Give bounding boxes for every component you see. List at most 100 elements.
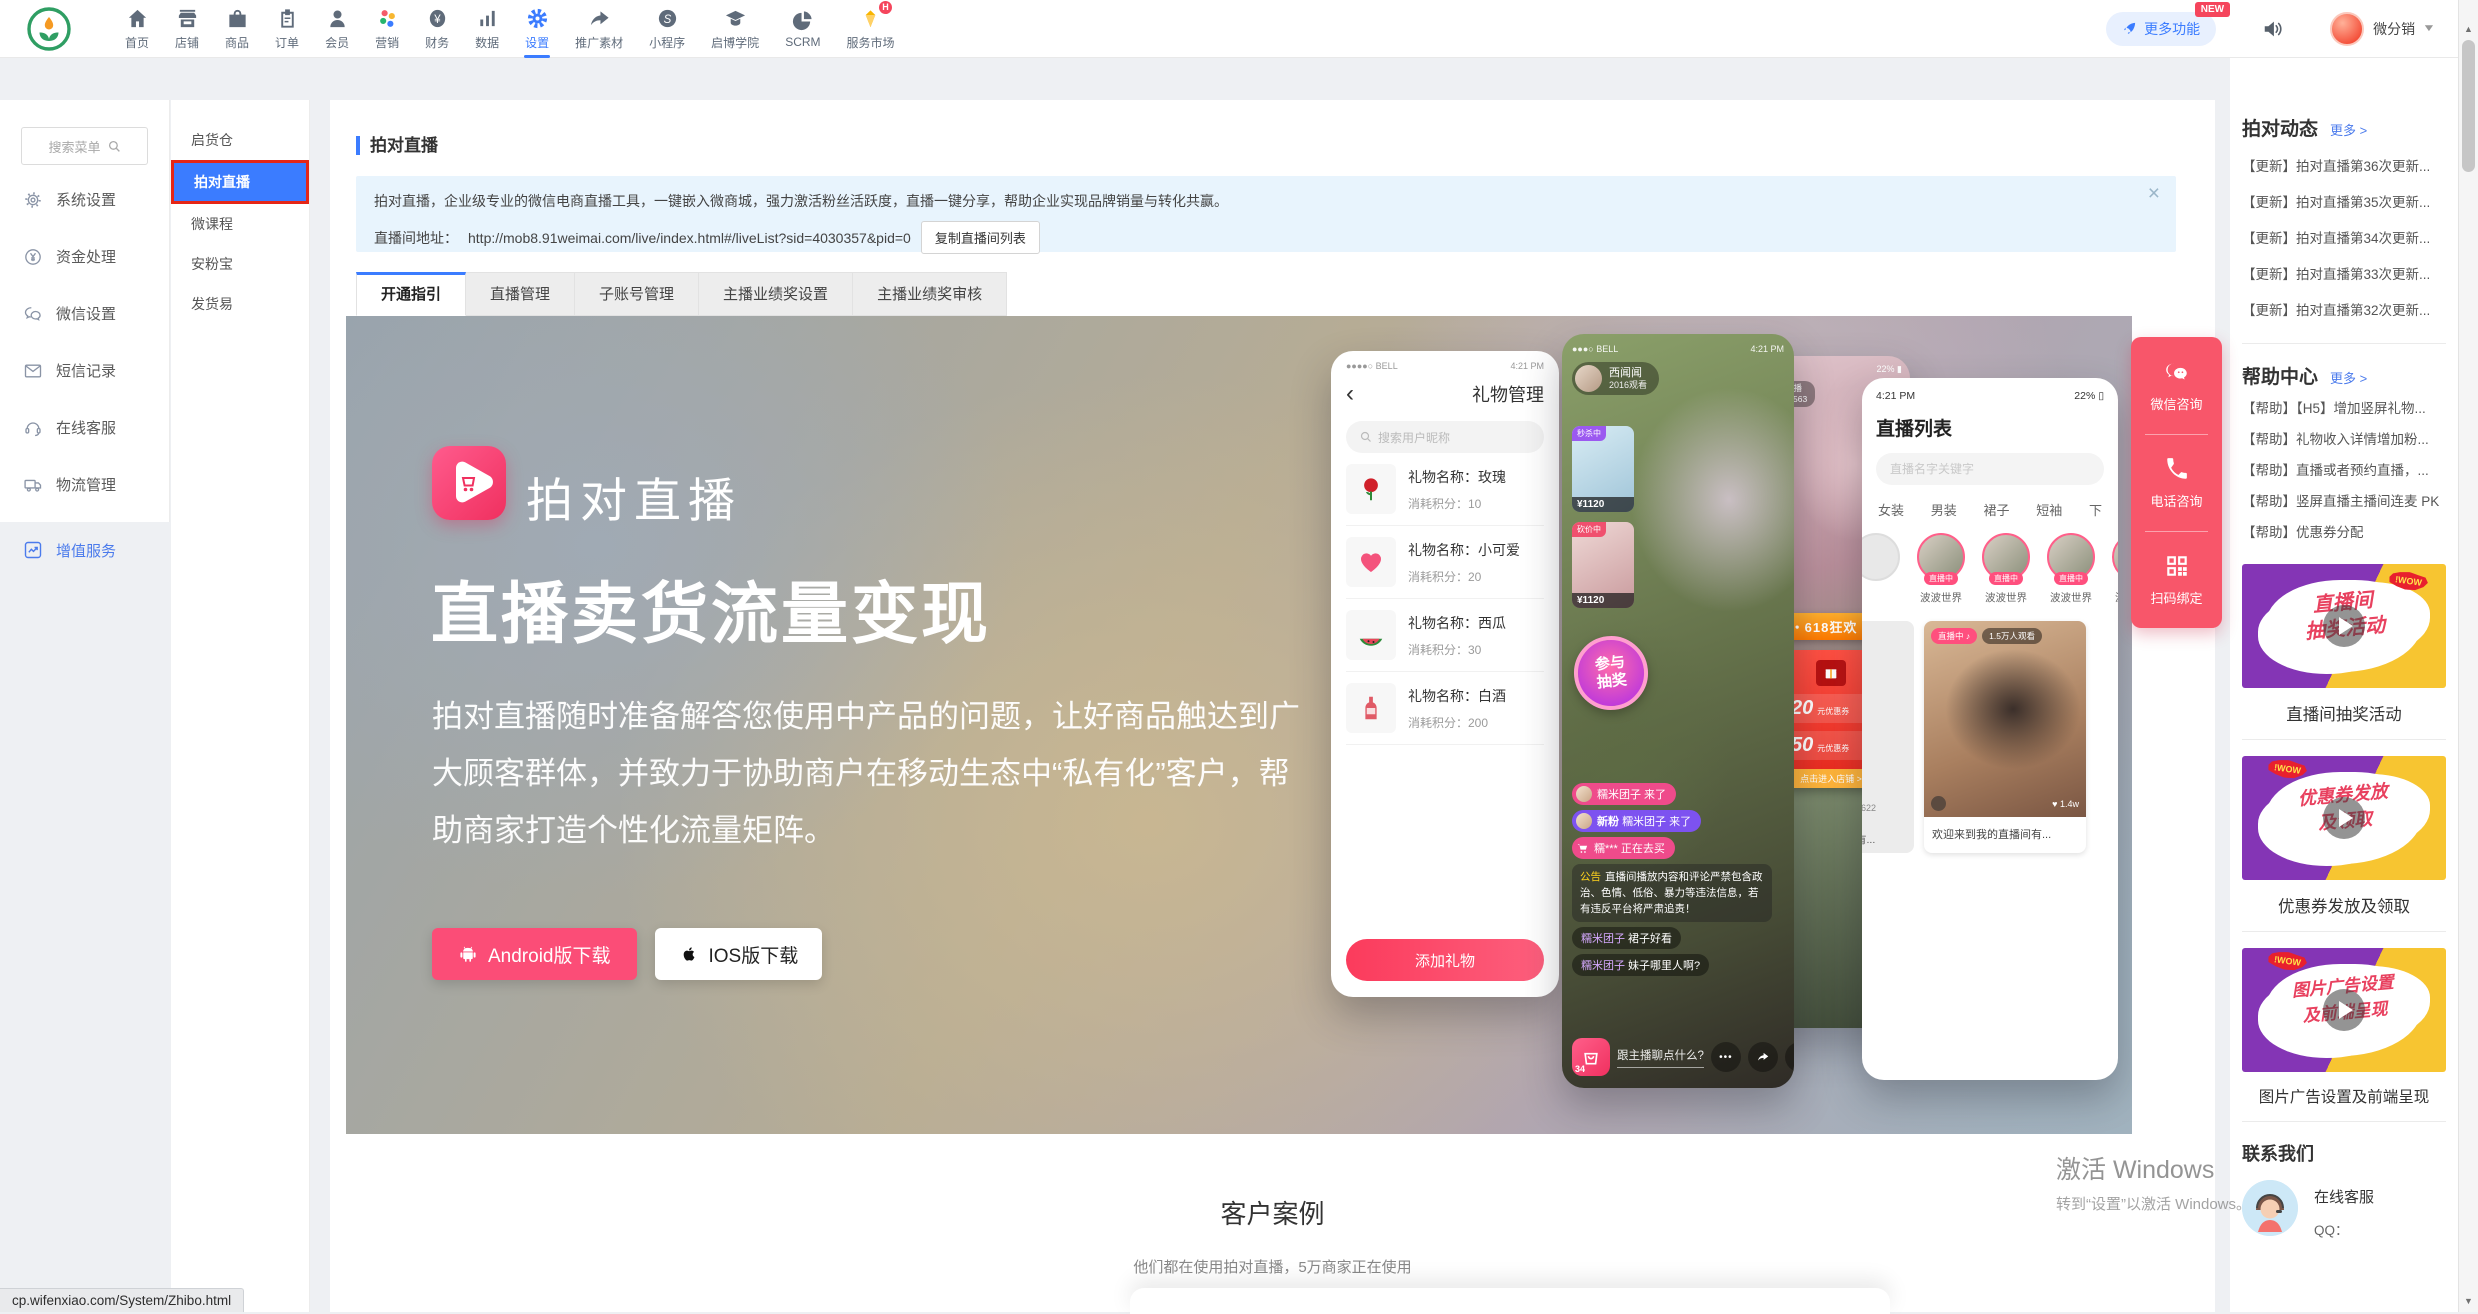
copy-live-list-button[interactable]: 复制直播间列表 <box>921 221 1040 254</box>
nav-item-scrm[interactable]: SCRM <box>772 0 833 58</box>
news-item[interactable]: 【更新】拍对直播第35次更新... <box>2242 185 2446 221</box>
scroll-down-arrow[interactable]: ▼ <box>2459 1296 2478 1306</box>
live-card: 直播中 ♪ 1.5万人观看 ♥ 1.4w 欢迎来到我的直播间有... <box>1924 621 2086 853</box>
help-item[interactable]: 【帮助】直播或者预约直播，... <box>2242 455 2446 486</box>
nav-item-data[interactable]: 数据 <box>462 0 512 58</box>
marketing-flower-icon <box>376 7 399 31</box>
sidebar-item-funds[interactable]: 资金处理 <box>0 228 169 285</box>
help-item[interactable]: 【帮助】礼物收入详情增加粉... <box>2242 424 2446 455</box>
pie-chart-icon <box>791 8 814 32</box>
tab-live-management[interactable]: 直播管理 <box>466 272 575 316</box>
shopping-bag-icon <box>226 7 249 31</box>
news-more-link[interactable]: 更多 > <box>2330 120 2367 139</box>
page-scrollbar[interactable]: ▲ ▼ <box>2458 0 2478 1312</box>
sidebar-item-value-added-services[interactable]: 增值服务 <box>0 526 170 574</box>
ios-download-button[interactable]: IOS版下载 <box>655 928 823 980</box>
shop-bag-button: 34 <box>1572 1038 1610 1076</box>
help-more-link[interactable]: 更多 > <box>2330 368 2367 387</box>
lottery-badge: 参与 抽奖 <box>1570 632 1651 713</box>
tab-anchor-reward-review[interactable]: 主播业绩奖审核 <box>853 272 1007 316</box>
tab-open-guide[interactable]: 开通指引 <box>356 272 466 316</box>
scrollbar-thumb[interactable] <box>2462 40 2475 172</box>
video-thumb-coupon[interactable]: !WOW 优惠券发放及领取 <box>2242 756 2446 880</box>
topnav-right: 更多功能 NEW 微分销 ▼ <box>2106 12 2434 46</box>
news-item[interactable]: 【更新】拍对直播第36次更新... <box>2242 149 2446 185</box>
wine-bottle-icon <box>1346 683 1396 733</box>
service-agent-avatar <box>2242 1180 2298 1236</box>
nav-item-goods[interactable]: 商品 <box>212 0 262 58</box>
headset-icon <box>23 418 43 438</box>
news-item[interactable]: 【更新】拍对直播第34次更新... <box>2242 221 2446 257</box>
nav-item-settings[interactable]: 设置 <box>512 0 562 58</box>
help-item[interactable]: 【帮助】【H5】增加竖屏礼物... <box>2242 393 2446 424</box>
submenu-item-paidui-live[interactable]: 拍对直播 <box>171 160 309 204</box>
right-sidebar: 拍对动态 更多 > 【更新】拍对直播第36次更新... 【更新】拍对直播第35次… <box>2230 58 2458 1312</box>
sidebar-item-online-service[interactable]: 在线客服 <box>0 399 169 456</box>
live-address-label: 直播间地址： <box>374 228 458 248</box>
submenu-item-weikecheng[interactable]: 微课程 <box>171 204 309 244</box>
scan-bind-button[interactable]: 扫码绑定 <box>2131 531 2222 628</box>
tab-anchor-reward-settings[interactable]: 主播业绩奖设置 <box>699 272 853 316</box>
person-icon <box>326 7 349 31</box>
phone-consult-button[interactable]: 电话咨询 <box>2131 434 2222 531</box>
submenu-item-qihuocang[interactable]: 启货仓 <box>171 120 309 160</box>
streamer-item: 直播中 波波世界 <box>1980 533 2032 605</box>
video-thumb-image-ads[interactable]: !WOW 图片广告设置及前端呈现 <box>2242 948 2446 1072</box>
sidebar-item-logistics[interactable]: 物流管理 <box>0 456 169 513</box>
growth-chart-icon <box>23 540 43 560</box>
info-banner: 拍对直播，企业级专业的微信电商直播工具，一键嵌入微商城，强力激活粉丝活跃度，直播… <box>356 176 2176 252</box>
sidebar-item-system-settings[interactable]: 系统设置 <box>0 171 169 228</box>
help-item[interactable]: 【帮助】竖屏直播主播间连麦 PK <box>2242 486 2446 517</box>
announcement-speaker-icon[interactable] <box>2262 18 2284 40</box>
live-notice: 公告直播间播放内容和评论严禁包含政治、色情、低俗、暴力等违法信息，若有违反平台将… <box>1572 864 1772 922</box>
menu-search-input[interactable]: 搜索菜单 <box>21 127 148 165</box>
scroll-up-arrow[interactable]: ▲ <box>2459 24 2478 34</box>
more-features-button[interactable]: 更多功能 NEW <box>2106 12 2216 46</box>
tab-bar: 开通指引 直播管理 子账号管理 主播业绩奖设置 主播业绩奖审核 <box>356 272 1007 316</box>
wechat-icon <box>2162 359 2192 385</box>
sidebar-item-wechat-settings[interactable]: 微信设置 <box>0 285 169 342</box>
android-download-button[interactable]: Android版下载 <box>432 928 637 980</box>
chat-message: 糯米团子妹子哪里人啊? <box>1572 954 1709 976</box>
account-menu[interactable]: 微分销 ▼ <box>2330 12 2434 46</box>
nav-item-orders[interactable]: 订单 <box>262 0 312 58</box>
news-section-title: 拍对动态 <box>2242 114 2318 141</box>
yen-coin-icon: ¥ <box>426 7 449 31</box>
rose-icon <box>1346 464 1396 514</box>
divider <box>2242 931 2446 932</box>
sidebar-item-sms-records[interactable]: 短信记录 <box>0 342 169 399</box>
nav-item-miniprogram[interactable]: S 小程序 <box>636 0 698 58</box>
news-item[interactable]: 【更新】拍对直播第33次更新... <box>2242 257 2446 293</box>
help-item[interactable]: 【帮助】优惠券分配 <box>2242 517 2446 548</box>
submenu-item-anfenbao[interactable]: 安粉宝 <box>171 244 309 284</box>
nav-item-shop[interactable]: 店铺 <box>162 0 212 58</box>
miniprogram-icon: S <box>656 7 679 31</box>
bar-chart-icon <box>476 7 499 31</box>
top-navigation: 首页 店铺 商品 订单 会员 营销 ¥ 财务 数据 <box>0 0 2478 58</box>
hero-brand-name: 拍对直播 <box>526 462 742 531</box>
wechat-consult-button[interactable]: 微信咨询 <box>2131 337 2222 434</box>
nav-item-home[interactable]: 首页 <box>112 0 162 58</box>
news-item[interactable]: 【更新】拍对直播第32次更新... <box>2242 293 2446 329</box>
wechat-icon <box>23 304 43 324</box>
submenu-item-fahuoyi[interactable]: 发货易 <box>171 284 309 324</box>
video-thumb-lottery[interactable]: !WOW 直播间抽奖活动 <box>2242 564 2446 688</box>
nav-item-members[interactable]: 会员 <box>312 0 362 58</box>
nav-item-service-market[interactable]: H 服务市场 <box>834 0 908 58</box>
product-card: 砍价中 ¥1120 <box>1572 522 1634 608</box>
sidebar-secondary: 启货仓 拍对直播 微课程 安粉宝 发货易 <box>171 100 310 1312</box>
nav-item-promo-material[interactable]: 推广素材 <box>562 0 636 58</box>
online-service-label[interactable]: 在线客服 <box>2314 1186 2374 1207</box>
video-caption: 直播间抽奖活动 <box>2242 701 2446 725</box>
tab-subaccount-management[interactable]: 子账号管理 <box>575 272 699 316</box>
gift-row: 礼物名称：白酒消耗积分：200 <box>1346 672 1544 745</box>
nav-item-finance[interactable]: ¥ 财务 <box>412 0 462 58</box>
phone-search-input: 搜索用户昵称 <box>1346 421 1544 453</box>
close-icon[interactable]: × <box>2148 182 2160 206</box>
add-gift-button: 添加礼物 <box>1346 939 1544 981</box>
main-content: 拍对直播 拍对直播，企业级专业的微信电商直播工具，一键嵌入微商城，强力激活粉丝活… <box>330 100 2215 1312</box>
live-search-input: 直播名字关键字 <box>1876 453 2104 485</box>
nav-item-marketing[interactable]: 营销 <box>362 0 412 58</box>
storefront-icon <box>176 7 199 31</box>
nav-item-college[interactable]: 启博学院 <box>698 0 772 58</box>
